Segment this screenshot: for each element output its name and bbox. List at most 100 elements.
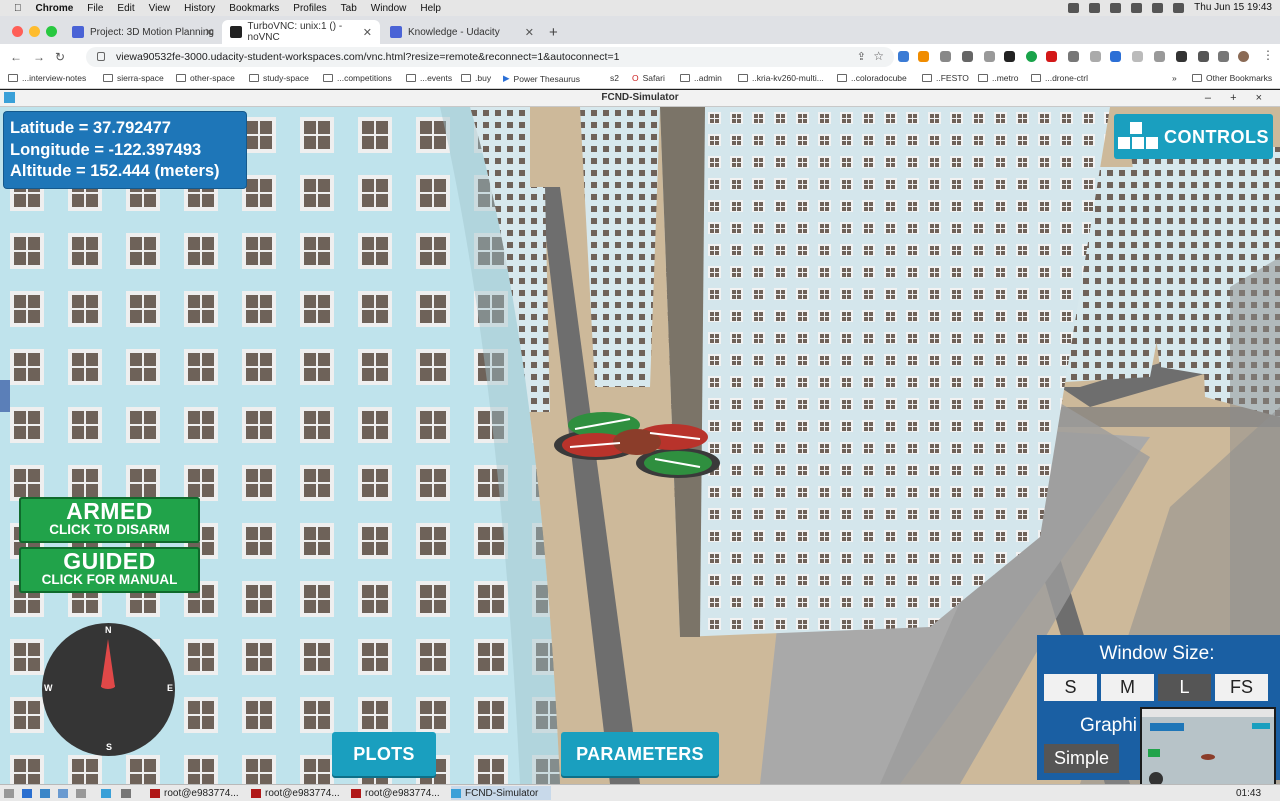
launcher-icon[interactable] [22, 786, 36, 800]
search-icon[interactable] [1173, 2, 1185, 13]
more-menu-icon[interactable]: ⋮ [1262, 48, 1274, 62]
vnc-side-panel-handle[interactable] [0, 380, 10, 412]
forward-icon[interactable]: → [33, 50, 45, 64]
parameters-button[interactable]: PARAMETERS [561, 732, 719, 776]
plots-button[interactable]: PLOTS [332, 732, 436, 776]
reload-icon[interactable]: ↻ [55, 50, 65, 64]
new-tab-button[interactable]: + [549, 24, 558, 41]
file-manager-icon[interactable] [40, 786, 54, 800]
puzzle-icon[interactable] [1176, 51, 1187, 62]
zoom-window-icon[interactable] [46, 26, 57, 37]
close-window-icon[interactable] [12, 26, 23, 37]
armed-button[interactable]: ARMED CLICK TO DISARM [19, 497, 200, 543]
url-text[interactable]: viewa90532fe-3000.udacity-student-worksp… [116, 51, 619, 63]
graphics-simple-button[interactable]: Simple [1044, 744, 1119, 773]
bookmark-item[interactable]: study-space [249, 73, 309, 83]
share-icon[interactable]: ⇪ [857, 50, 866, 63]
bookmark-item[interactable]: ..kria-kv260-multi... [738, 73, 824, 83]
menu-clock[interactable]: Thu Jun 15 19:43 [1194, 2, 1272, 13]
browser-launcher-icon[interactable] [76, 786, 90, 800]
lock-icon[interactable] [97, 52, 105, 61]
size-l-button[interactable]: L [1158, 674, 1211, 701]
menu-profiles[interactable]: Profiles [293, 3, 326, 14]
minimize-window-icon[interactable] [29, 26, 40, 37]
extension-icon[interactable] [918, 51, 929, 62]
close-tab-icon[interactable]: ✕ [363, 26, 372, 39]
size-s-button[interactable]: S [1044, 674, 1097, 701]
extension-icon[interactable] [940, 51, 951, 62]
folder-icon [1031, 74, 1041, 82]
taskbar-item-terminal-1[interactable]: root@e983774... [150, 786, 248, 800]
bookmark-item[interactable]: other-space [176, 73, 235, 83]
bookmark-item[interactable]: ..admin [680, 73, 722, 83]
extension-icon[interactable] [898, 51, 909, 62]
menu-edit[interactable]: Edit [117, 3, 134, 14]
controls-button[interactable]: CONTROLS [1114, 114, 1273, 159]
guided-button[interactable]: GUIDED CLICK FOR MANUAL [19, 547, 200, 593]
bookmark-item[interactable]: ...interview-notes [8, 73, 86, 83]
show-desktop-icon[interactable] [4, 786, 18, 800]
taskbar-item-terminal-2[interactable]: root@e983774... [251, 786, 349, 800]
taskbar-item-simulator[interactable]: FCND-Simulator [451, 786, 551, 800]
extension-icon[interactable] [984, 51, 995, 62]
bookmark-item[interactable]: ▶ Power Thesaurus [503, 73, 580, 84]
extension-icon[interactable] [1046, 51, 1057, 62]
bookmark-item[interactable]: s2 [610, 73, 619, 83]
extension-icon[interactable] [1090, 51, 1101, 62]
menu-help[interactable]: Help [420, 3, 441, 14]
menu-window[interactable]: Window [371, 3, 407, 14]
extension-icon[interactable] [1110, 51, 1121, 62]
bookmark-item[interactable]: ...drone-ctrl [1031, 73, 1088, 83]
bookmark-item[interactable]: ..FESTO [922, 73, 969, 83]
cast-icon[interactable] [1198, 51, 1209, 62]
simulator-launcher-icon[interactable] [101, 786, 115, 800]
size-fs-button[interactable]: FS [1215, 674, 1268, 701]
battery-icon[interactable] [1152, 2, 1164, 13]
tab-knowledge[interactable]: Knowledge - Udacity ✕ [382, 20, 542, 44]
menu-view[interactable]: View [149, 3, 171, 14]
extension-icon[interactable] [1132, 51, 1143, 62]
bookmark-item[interactable]: ...events [406, 73, 452, 83]
status-icon[interactable] [1068, 2, 1080, 13]
close-tab-icon[interactable]: ✕ [205, 26, 214, 39]
bookmark-item[interactable]: O Safari [632, 73, 665, 83]
menu-bookmarks[interactable]: Bookmarks [229, 3, 279, 14]
back-icon[interactable]: ← [10, 50, 22, 64]
close-tab-icon[interactable]: ✕ [525, 26, 534, 39]
terminal-launcher-icon[interactable] [58, 786, 72, 800]
tab-project-3d-motion[interactable]: Project: 3D Motion Planning ✕ [64, 20, 222, 44]
address-bar[interactable]: viewa90532fe-3000.udacity-student-worksp… [86, 47, 894, 67]
apple-icon[interactable]:  [14, 3, 22, 14]
avatar[interactable] [1238, 51, 1249, 62]
extension-icon[interactable] [1004, 51, 1015, 62]
vnc-window-title: FCND-Simulator [601, 92, 679, 103]
size-m-button[interactable]: M [1101, 674, 1154, 701]
window-preview-thumbnail[interactable] [1140, 707, 1276, 795]
taskbar-item-terminal-3[interactable]: root@e983774... [351, 786, 449, 800]
tab-turbovnc[interactable]: TurboVNC: unix:1 () - noVNC ✕ [222, 20, 380, 44]
menu-history[interactable]: History [184, 3, 215, 14]
menu-app-name[interactable]: Chrome [36, 3, 74, 14]
extension-icon[interactable] [1026, 51, 1037, 62]
extension-icon[interactable] [962, 51, 973, 62]
bookmark-star-icon[interactable]: ☆ [873, 49, 884, 63]
menu-file[interactable]: File [87, 3, 103, 14]
bookmark-item[interactable]: sierra-space [103, 73, 164, 83]
bookmark-item[interactable]: .buy [461, 73, 491, 83]
bookmarks-bar: ...interview-notes sierra-space other-sp… [0, 70, 1280, 89]
extension-icon[interactable] [1154, 51, 1165, 62]
menu-tab[interactable]: Tab [341, 3, 357, 14]
bookmarks-overflow[interactable]: » [1172, 73, 1177, 83]
bookmark-item[interactable]: ..metro [978, 73, 1018, 83]
wifi-icon[interactable] [1131, 2, 1143, 13]
status-icon[interactable] [1089, 2, 1101, 13]
other-bookmarks[interactable]: Other Bookmarks [1192, 73, 1272, 83]
bookmark-item[interactable]: ...competitions [323, 73, 392, 83]
app-launcher-icon[interactable] [121, 786, 135, 800]
window-controls[interactable]: – + × [1205, 90, 1270, 106]
bookmark-item[interactable]: ..coloradocube [837, 73, 907, 83]
extension-icon[interactable] [1068, 51, 1079, 62]
graphics-label: Graphi [1080, 715, 1138, 736]
status-icon[interactable] [1110, 2, 1122, 13]
sidebar-icon[interactable] [1218, 51, 1229, 62]
